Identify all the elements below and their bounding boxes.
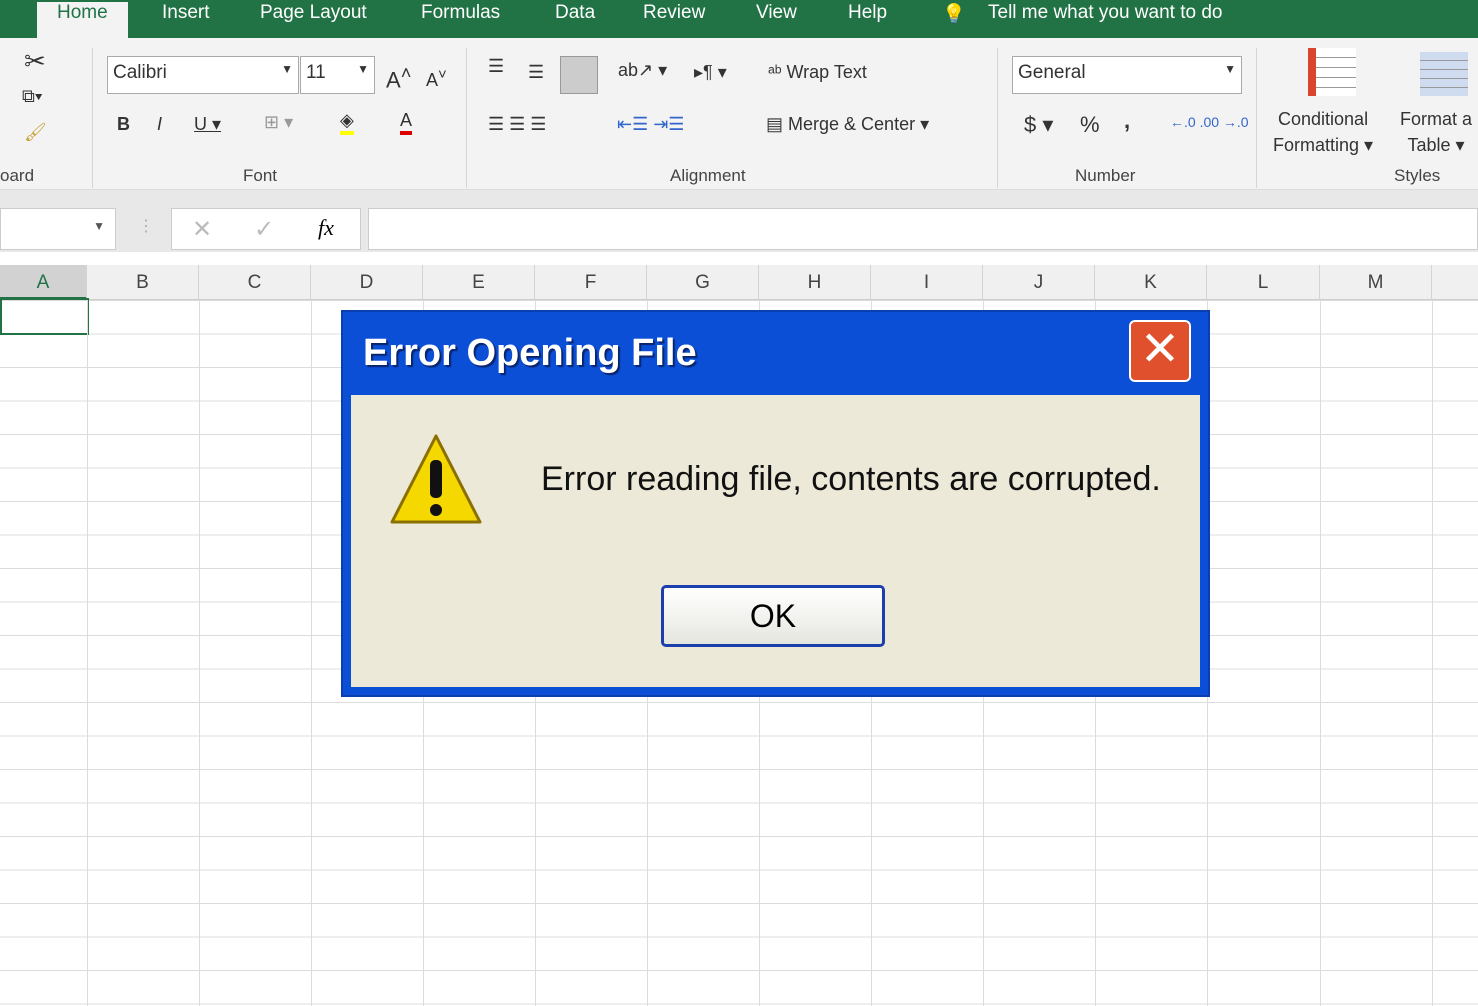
align-middle-icon[interactable]: ☰ <box>528 62 544 83</box>
ribbon: ✂ ⧉▾ 🖌 oard Calibri ▼ 11 ▼ A˄ A˅ B I U ▾ ⊞… <box>0 38 1478 190</box>
currency-symbol: $ <box>1024 112 1037 137</box>
column-header-k[interactable]: K <box>1095 265 1207 300</box>
copy-icon[interactable]: ⧉▾ <box>22 86 42 107</box>
orientation-icon[interactable]: ab↗ ▾ <box>618 60 667 81</box>
increase-font-icon[interactable]: A˄ <box>386 62 411 93</box>
indent-icon[interactable]: ⇤☰ ⇥☰ <box>617 114 684 135</box>
tab-help[interactable]: Help <box>848 2 887 24</box>
number-format-dropdown[interactable]: General ▼ <box>1012 56 1242 94</box>
close-button[interactable]: ✕ <box>1129 320 1191 382</box>
gridline <box>199 300 200 1006</box>
formula-bar-area: ▼ ⋮ ✕ ✓ fx <box>0 190 1478 252</box>
cancel-icon[interactable]: ✕ <box>192 215 212 244</box>
number-format-value: General <box>1018 62 1086 83</box>
column-header-g[interactable]: G <box>647 265 759 300</box>
format-as-table-button[interactable]: Format a Table ▾ <box>1400 106 1472 158</box>
insert-function-icon[interactable]: fx <box>318 215 334 241</box>
alignment-group-label: Alignment <box>670 166 746 185</box>
gridline <box>87 300 88 1006</box>
format-painter-icon[interactable]: 🖌 <box>24 122 47 143</box>
font-name-dropdown[interactable]: Calibri ▼ <box>107 56 299 94</box>
name-box[interactable]: ▼ <box>0 208 116 250</box>
align-left-icon[interactable]: ☰ ☰ ☰ <box>488 114 546 135</box>
ft-label-1: Format a <box>1400 109 1473 129</box>
tab-insert[interactable]: Insert <box>162 2 210 24</box>
drag-handle-icon[interactable]: ⋮ <box>138 216 154 236</box>
ribbon-tab-bar: Home Insert Page Layout Formulas Data Re… <box>0 0 1478 38</box>
column-header-f[interactable]: F <box>535 265 647 300</box>
wrap-text-button[interactable]: ᵃᵇ Wrap Text <box>768 62 867 83</box>
align-bottom-icon[interactable] <box>560 56 598 94</box>
formula-input[interactable] <box>368 208 1478 250</box>
bold-icon[interactable]: B <box>117 114 130 135</box>
conditional-formatting-icon <box>1308 48 1356 96</box>
lightbulb-icon: 💡 <box>942 4 966 25</box>
column-header-b[interactable]: B <box>87 265 199 300</box>
font-group-label: Font <box>243 166 278 185</box>
cut-icon[interactable]: ✂ <box>24 46 46 77</box>
gridline <box>311 300 312 1006</box>
borders-icon[interactable]: ⊞ ▾ <box>264 112 293 133</box>
font-size-dropdown[interactable]: 11 ▼ <box>300 56 375 94</box>
tab-formulas[interactable]: Formulas <box>421 2 500 24</box>
dialog-title: Error Opening File <box>363 332 697 374</box>
column-header-c[interactable]: C <box>199 265 311 300</box>
fill-color-icon[interactable]: ◈ <box>340 110 354 135</box>
column-header-j[interactable]: J <box>983 265 1095 300</box>
tab-home[interactable]: Home <box>37 2 128 38</box>
column-header-d[interactable]: D <box>311 265 423 300</box>
error-message: Error reading file, contents are corrupt… <box>541 460 1161 498</box>
enter-icon[interactable]: ✓ <box>254 215 274 244</box>
tab-review[interactable]: Review <box>643 2 705 24</box>
column-header-l[interactable]: L <box>1207 265 1320 300</box>
styles-group-label: Styles <box>1394 166 1441 185</box>
column-header-h[interactable]: H <box>759 265 871 300</box>
column-header-a[interactable]: A <box>0 265 87 300</box>
merge-center-label: Merge & Center <box>788 114 916 134</box>
selected-cell-a1[interactable] <box>0 298 89 335</box>
cf-label-1: Conditional <box>1278 109 1369 129</box>
decimal-icons[interactable]: ←.0 .00 →.0 <box>1170 114 1249 130</box>
column-header-i[interactable]: I <box>871 265 983 300</box>
currency-icon[interactable]: $ ▾ <box>1024 112 1053 138</box>
error-dialog: Error Opening File ✕ Error reading file,… <box>341 310 1210 697</box>
font-name-value: Calibri <box>113 62 167 83</box>
font-size-value: 11 <box>306 62 326 83</box>
gridline <box>1432 300 1433 1006</box>
formula-buttons: ✕ ✓ fx <box>171 208 361 250</box>
underline-icon[interactable]: U ▾ <box>194 114 221 135</box>
clipboard-group-label: oard <box>0 166 35 185</box>
percent-icon[interactable]: % <box>1080 112 1100 138</box>
dialog-body: Error reading file, contents are corrupt… <box>351 395 1200 687</box>
decrease-font-icon[interactable]: A˅ <box>426 66 447 91</box>
gridline <box>1320 300 1321 1006</box>
tab-data[interactable]: Data <box>555 2 595 24</box>
tab-view[interactable]: View <box>756 2 797 24</box>
rtl-icon[interactable]: ▸¶ ▾ <box>694 62 727 83</box>
ok-button[interactable]: OK <box>661 585 885 647</box>
wrap-text-label: Wrap Text <box>786 62 867 82</box>
warning-icon <box>390 434 482 524</box>
conditional-formatting-button[interactable]: Conditional Formatting ▾ <box>1273 106 1373 158</box>
tab-page-layout[interactable]: Page Layout <box>260 2 367 24</box>
number-group-label: Number <box>1075 166 1136 185</box>
tell-me-search[interactable]: Tell me what you want to do <box>988 2 1222 24</box>
format-table-icon <box>1420 52 1468 96</box>
italic-icon[interactable]: I <box>157 114 162 135</box>
ft-label-2: Table <box>1407 135 1451 155</box>
merge-center-button[interactable]: ▤ Merge & Center ▾ <box>766 114 929 135</box>
font-color-icon[interactable]: A <box>400 110 413 135</box>
column-header-e[interactable]: E <box>423 265 535 300</box>
cf-label-2: Formatting <box>1273 135 1360 155</box>
column-header-m[interactable]: M <box>1320 265 1432 300</box>
comma-icon[interactable]: , <box>1124 108 1130 134</box>
column-headers: ABCDEFGHIJKLM <box>0 265 1478 300</box>
align-top-icon[interactable]: ☰ <box>488 56 504 77</box>
